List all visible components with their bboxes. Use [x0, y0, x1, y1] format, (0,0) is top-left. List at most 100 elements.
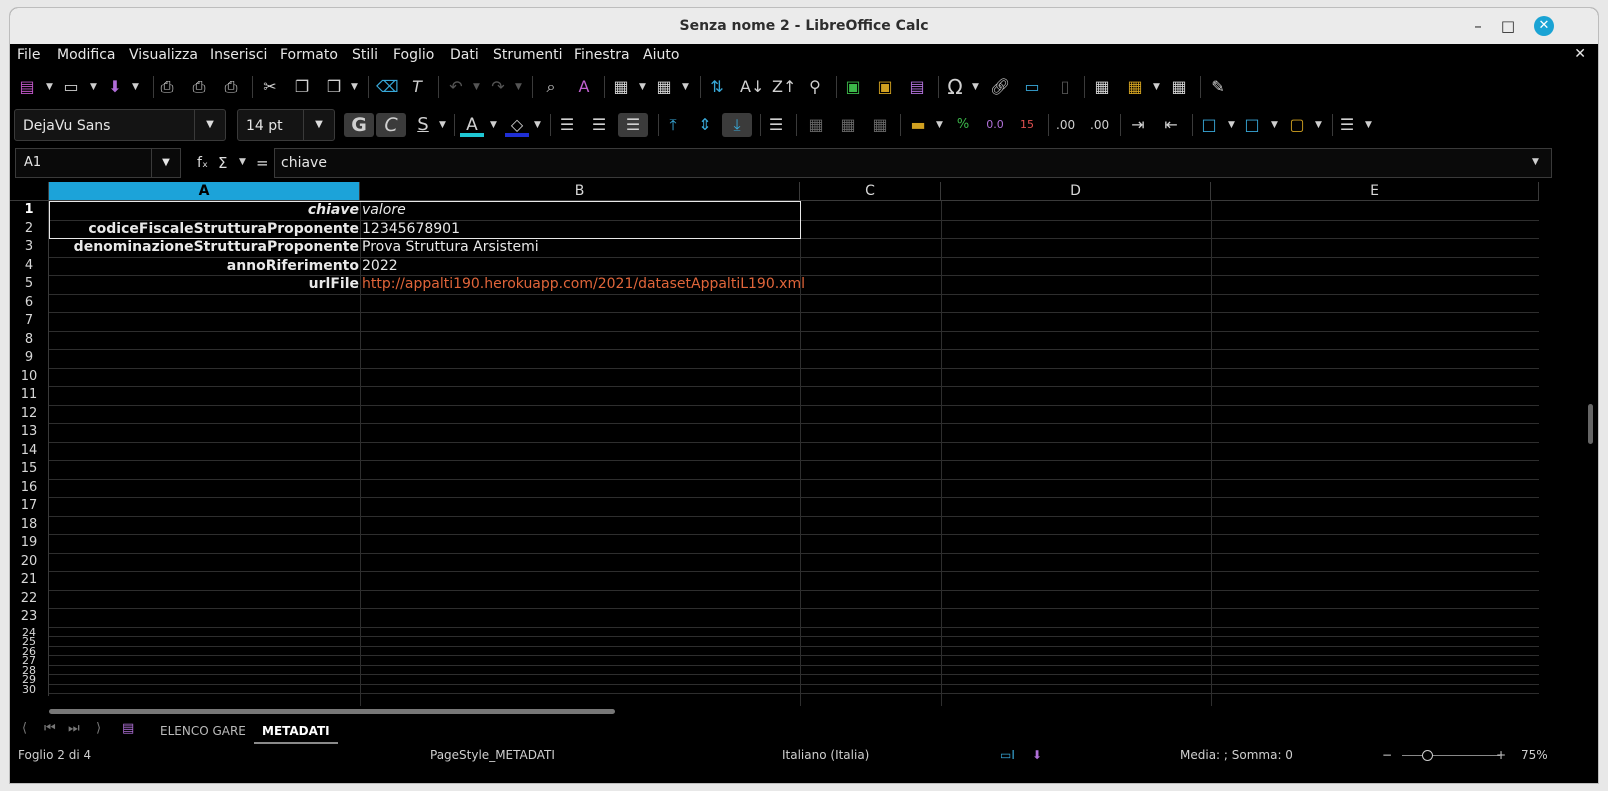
menu-foglio[interactable]: Foglio: [393, 47, 434, 63]
cell-b3[interactable]: Prova Struttura Arsistemi: [362, 238, 539, 256]
close-document-icon[interactable]: ✕: [1574, 46, 1586, 62]
chevron-down-icon[interactable]: ▼: [132, 75, 139, 99]
chevron-down-icon[interactable]: ▼: [1153, 75, 1160, 99]
previous-sheet-icon[interactable]: ⏮: [44, 721, 56, 736]
function-wizard-icon[interactable]: fₓ: [197, 148, 208, 178]
row-header[interactable]: 17: [10, 497, 49, 516]
row-header[interactable]: 21: [10, 571, 49, 590]
row-header[interactable]: 20: [10, 552, 49, 571]
horizontal-scrollbar[interactable]: [49, 708, 1539, 716]
find-replace-icon[interactable]: ⌕: [542, 75, 560, 99]
unmerge-cells-icon[interactable]: ▦: [871, 113, 889, 137]
menu-stili[interactable]: Stili: [352, 47, 378, 63]
font-color-button[interactable]: A: [460, 113, 484, 137]
chevron-down-icon[interactable]: ▼: [151, 149, 180, 177]
conditional-format-icon[interactable]: ☰: [1338, 113, 1356, 137]
percent-format-icon[interactable]: %: [954, 113, 972, 137]
chevron-down-icon[interactable]: ▼: [1315, 113, 1322, 137]
row-header[interactable]: 15: [10, 460, 49, 479]
language[interactable]: Italiano (Italia): [782, 744, 869, 766]
menu-aiuto[interactable]: Aiuto: [643, 47, 679, 63]
cell-b4[interactable]: 2022: [362, 257, 398, 275]
align-top-icon[interactable]: ⤒: [664, 113, 682, 137]
row-header[interactable]: 8: [10, 330, 49, 349]
maximize-button[interactable]: □: [1496, 8, 1520, 44]
zoom-slider[interactable]: [1402, 755, 1500, 756]
row-header[interactable]: 13: [10, 423, 49, 442]
underline-button[interactable]: S: [412, 113, 434, 137]
print-preview-icon[interactable]: ⎙: [222, 75, 240, 99]
row-header[interactable]: 11: [10, 386, 49, 405]
sheet-tab-metadati[interactable]: METADATI: [254, 720, 338, 744]
sum-icon[interactable]: Σ: [218, 148, 227, 178]
zoom-level[interactable]: 75%: [1521, 744, 1548, 766]
chevron-down-icon[interactable]: ▼: [515, 75, 522, 99]
minimize-button[interactable]: –: [1466, 8, 1490, 44]
insert-chart-icon[interactable]: ▣: [876, 75, 894, 99]
autofilter-icon[interactable]: ⚲: [806, 75, 824, 99]
cell-b5-hyperlink[interactable]: http://appalti190.herokuapp.com/2021/dat…: [362, 275, 805, 293]
redo-icon[interactable]: ↷: [489, 75, 507, 99]
chevron-down-icon[interactable]: ▼: [639, 75, 646, 99]
increase-indent-icon[interactable]: ⇥: [1129, 113, 1147, 137]
select-all-corner[interactable]: [10, 182, 49, 201]
font-name-box[interactable]: DejaVu Sans ▼: [14, 109, 226, 141]
sort-icon[interactable]: ⇅: [708, 75, 726, 99]
row-header[interactable]: 30: [10, 683, 49, 696]
clear-formatting-icon[interactable]: T: [408, 75, 426, 99]
chevron-down-icon[interactable]: ▼: [490, 113, 497, 137]
zoom-in-icon[interactable]: +: [1496, 744, 1506, 766]
menu-file[interactable]: File: [17, 47, 40, 63]
italic-button[interactable]: C: [376, 113, 406, 137]
zoom-out-icon[interactable]: −: [1382, 744, 1392, 766]
define-print-area-icon[interactable]: ▦: [1093, 75, 1111, 99]
row-header[interactable]: 5: [10, 275, 49, 294]
chevron-down-icon[interactable]: ▼: [1365, 113, 1372, 137]
chevron-down-icon[interactable]: ▼: [303, 110, 334, 140]
chevron-down-icon[interactable]: ▼: [936, 113, 943, 137]
align-bottom-icon[interactable]: ⤓: [722, 113, 752, 137]
chevron-down-icon[interactable]: ▼: [534, 113, 541, 137]
clone-formatting-icon[interactable]: ⌫: [376, 75, 399, 99]
cell-a4[interactable]: annoRiferimento: [49, 257, 359, 275]
menu-visualizza[interactable]: Visualizza: [129, 47, 198, 63]
insert-image-icon[interactable]: ▣: [844, 75, 862, 99]
align-middle-icon[interactable]: ⇕: [696, 113, 714, 137]
number-format-icon[interactable]: 0.0: [986, 113, 1004, 137]
print-icon[interactable]: ⎙: [190, 75, 208, 99]
chevron-down-icon[interactable]: ▼: [46, 75, 53, 99]
menu-finestra[interactable]: Finestra: [574, 47, 630, 63]
spelling-icon[interactable]: A: [575, 75, 593, 99]
freeze-rows-icon[interactable]: ▦: [1126, 75, 1144, 99]
row-icon[interactable]: ▦: [612, 75, 630, 99]
cell-a5[interactable]: urlFile: [49, 275, 359, 293]
border-style-icon[interactable]: □: [1243, 113, 1261, 137]
chevron-down-icon[interactable]: ▼: [1271, 113, 1278, 137]
font-size-box[interactable]: 14 pt ▼: [237, 109, 335, 141]
draw-functions-icon[interactable]: ✎: [1209, 75, 1227, 99]
row-header[interactable]: 1: [10, 201, 49, 220]
vertical-scrollbar[interactable]: [1586, 184, 1596, 714]
expand-formula-icon[interactable]: ▼: [1532, 150, 1539, 174]
cut-icon[interactable]: ✂: [261, 75, 279, 99]
special-character-icon[interactable]: Ω: [946, 75, 964, 99]
zoom-slider-handle[interactable]: [1422, 750, 1433, 761]
chevron-down-icon[interactable]: ▼: [1228, 113, 1235, 137]
row-header[interactable]: 12: [10, 404, 49, 423]
menu-inserisci[interactable]: Inserisci: [210, 47, 267, 63]
menu-modifica[interactable]: Modifica: [57, 47, 116, 63]
save-icon[interactable]: ⬇: [106, 75, 124, 99]
column-icon[interactable]: ▦: [655, 75, 673, 99]
split-window-icon[interactable]: ▦: [1170, 75, 1188, 99]
column-header-a[interactable]: A: [49, 182, 360, 201]
close-window-button[interactable]: ✕: [1534, 16, 1554, 36]
wrap-text-icon[interactable]: ☰: [767, 113, 785, 137]
row-header[interactable]: 18: [10, 515, 49, 534]
row-header[interactable]: 19: [10, 534, 49, 553]
chevron-down-icon[interactable]: ▼: [90, 75, 97, 99]
chevron-down-icon[interactable]: ▼: [351, 75, 358, 99]
align-left-icon[interactable]: ☰: [558, 113, 576, 137]
row-header[interactable]: 14: [10, 441, 49, 460]
row-header[interactable]: 6: [10, 293, 49, 312]
align-right-icon[interactable]: ☰: [618, 113, 648, 137]
